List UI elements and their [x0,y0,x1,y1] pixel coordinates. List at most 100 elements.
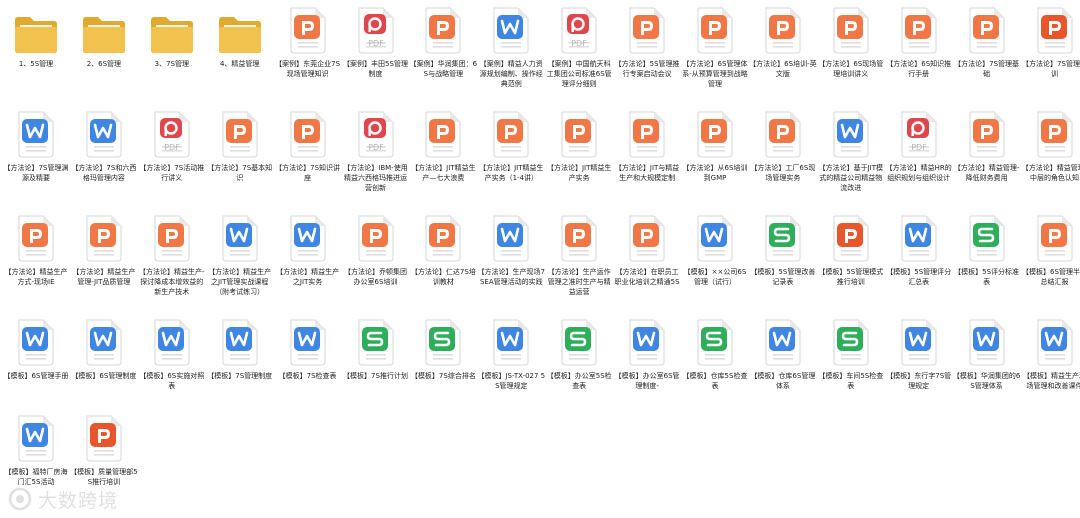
word-file-icon [287,316,329,368]
file-item[interactable]: PDF 【方法论】精益HR的组织规划与组织设计 [885,108,953,183]
file-item[interactable]: 【模板】东行字7S管理规定 [885,316,953,391]
ppt-file-icon [219,108,261,160]
file-item[interactable]: 【模板】5S评分标准表 [953,212,1021,287]
folder-item[interactable]: 4、精益管理 [206,4,274,69]
file-item[interactable]: 【模板】6S管理半年总结汇报 [1021,212,1080,287]
file-item[interactable]: 【案例】华润集团：6S与战略管理 [409,4,477,79]
ppt-file-icon [694,4,736,56]
file-item[interactable]: 【模板】质量管理部5S推行培训 [70,412,138,487]
file-item[interactable]: 【方法论】精益生产方式-现场IE [2,212,70,287]
file-item[interactable]: 【模板】华润集团的6S管理体系 [953,316,1021,391]
folder-icon [80,4,128,56]
file-item[interactable]: 【方法论】7S知识讲座 [274,108,342,183]
file-item[interactable]: 【方法论】精益生产管理-JIT品质管理 [70,212,138,287]
file-item[interactable]: PDF 【案例】中国航天科工集团公司标准6S管理评分细则 [545,4,613,89]
file-item[interactable]: 【案例】东莞企业7S现场管理知识 [274,4,342,79]
file-name-label: 【模板】7S推行计划 [343,372,408,380]
file-name-label: 【方法论】7S知识讲座 [275,164,341,182]
file-item[interactable]: 【模板】7S检查表 [274,316,342,381]
file-item[interactable]: 【方法论】6S培训-英文版 [749,4,817,79]
file-item[interactable]: 【模板】7S推行计划 [342,316,410,381]
file-item[interactable]: 【方法论】JIT与精益生产和大规模定制 [613,108,681,183]
file-item[interactable]: 【方法论】生产现场7SEA管理活动的实践 [477,212,545,287]
word-file-icon [83,316,125,368]
excel-file-icon [355,316,397,368]
word-file-icon [15,412,57,464]
ppt-file-icon [694,108,736,160]
file-item[interactable]: 【模板】办公室5S检查表 [545,316,613,391]
folder-item[interactable]: 3、7S管理 [138,4,206,69]
file-item[interactable]: 【模板】7S综合排名 [409,316,477,381]
file-item[interactable]: 【模板】6S实施对照表 [138,316,206,391]
ppt-file-icon [966,108,1008,160]
file-item[interactable]: 【方法论】7S和六西格玛管理内容 [70,108,138,183]
excel-file-icon [966,212,1008,264]
file-item[interactable]: 【方法论】7S管理培训 [1021,4,1080,79]
file-item[interactable]: 【模板】仓库6S管理体系 [749,316,817,391]
ppt-file-icon [422,212,464,264]
word-file-icon [490,212,532,264]
file-item[interactable]: 【模板】5S管理改善记录表 [749,212,817,287]
ppt-file-icon [1034,4,1076,56]
file-item[interactable]: 【模板】5S管理评分汇总表 [885,212,953,287]
file-item[interactable]: 【模板】福特厂房海门汇5S活动 [2,412,70,487]
file-item[interactable]: PDF 【方法论】7S活动推行讲义 [138,108,206,183]
folder-item[interactable]: 2、6S管理 [70,4,138,69]
file-item[interactable]: 【方法论】JIT精益生产—七大浪费 [409,108,477,183]
file-item[interactable]: 【模板】6S管理制度 [70,316,138,381]
file-item[interactable]: 【模板】7S管理制度 [206,316,274,381]
file-item[interactable]: 【案例】精益人力资源规划编制、操作经典范例 [477,4,545,89]
file-name-label: 【模板】福特厂房海门汇5S活动 [4,468,68,486]
file-item[interactable]: PDF 【方法论】IBM-使用精益六西格玛推进运营创新 [342,108,410,193]
file-item[interactable]: 【方法论】7S管理渊源及精要 [2,108,70,183]
file-name-label: 2、6S管理 [86,60,122,68]
file-item[interactable]: 【方法论】仁达7S培训教材 [409,212,477,287]
excel-file-icon [830,316,872,368]
file-item[interactable]: 【模板】车间5S检查表 [817,316,885,391]
file-item[interactable]: 【模板】JS-TX-027 5S管理规定 [477,316,545,391]
file-grid: 1、5S管理 2、6S管理 3、7S管理 4、精益管理 【案例】东莞企业7S现场管理知识… [0,0,1080,518]
file-item[interactable]: 【方法论】精益生产之JIT实务 [274,212,342,287]
file-item[interactable]: PDF 【案例】丰田5S管理制度 [342,4,410,79]
word-file-icon [966,316,1008,368]
ppt-file-icon [83,212,125,264]
file-item[interactable]: 【方法论】从6S培训到GMP [681,108,749,183]
file-name-label: 【方法论】JIT与精益生产和大规模定制 [614,164,680,182]
word-file-icon [15,316,57,368]
file-name-label: 1、5S管理 [18,60,54,68]
file-name-label: 【模板】华润集团的6S管理体系 [952,372,1021,390]
file-item[interactable]: 【方法论】6S现场管理培训讲义 [817,4,885,79]
file-name-label: 【方法论】精益生产之JIT管理实战课程（附考试练习） [208,268,272,296]
word-file-icon [626,316,668,368]
file-item[interactable]: 【方法论】精益管理-中层的角色认知 [1021,108,1080,183]
file-name-label: 【方法论】精益生产-探讨降成本增效益的新生产技术 [139,268,205,296]
file-item[interactable]: 【方法论】精益管理-降低财务费用 [953,108,1021,183]
file-name-label: 【模板】6S管理半年总结汇报 [1022,268,1080,286]
file-item[interactable]: 【方法论】6S知识推行手册 [885,4,953,79]
file-item[interactable]: 【模板】办公室6S管理制度- [613,316,681,391]
file-item[interactable]: 【方法论】JIT精益生产实务 [545,108,613,183]
file-item[interactable]: 【模板】仓库5S检查表 [681,316,749,391]
file-item[interactable]: 【方法论】基于JIT模式的精益公司精益物流改进 [817,108,885,193]
file-item[interactable]: 【方法论】乔顿集团办公室6S培训 [342,212,410,287]
file-name-label: 【模板】东行字7S管理规定 [886,372,952,390]
file-item[interactable]: 【模板】精益生产现场管理和改善课件 [1021,316,1080,391]
file-item[interactable]: 【方法论】工厂6S现场管理实务 [749,108,817,183]
file-item[interactable]: 【方法论】5S管理推行专案启动会议 [613,4,681,79]
file-name-label: 【方法论】6S知识推行手册 [886,60,952,78]
ppt-file-icon [15,212,57,264]
file-item[interactable]: 【模板】××公司6S管理（试行） [681,212,749,287]
file-item[interactable]: 【模板】6S管理手册 [2,316,70,381]
file-item[interactable]: 【方法论】生产运作管理之准时生产与精益运营 [545,212,613,297]
file-item[interactable]: 【方法论】在职员工职业化培训之精通5S [613,212,681,287]
file-item[interactable]: 【模板】5S管理模式推行培训 [817,212,885,287]
file-item[interactable]: 【方法论】7S基本知识 [206,108,274,183]
file-item[interactable]: 【方法论】精益生产-探讨降成本增效益的新生产技术 [138,212,206,297]
file-item[interactable]: 【方法论】6S管理体系-从预算管理到战略管理 [681,4,749,89]
file-name-label: 【方法论】7S管理渊源及精要 [3,164,69,182]
file-item[interactable]: 【方法论】精益生产之JIT管理实战课程（附考试练习） [206,212,274,297]
file-name-label: 【方法论】精益管理-降低财务费用 [953,164,1020,182]
file-item[interactable]: 【方法论】JIT精益生产实务（1-4讲） [477,108,545,183]
file-item[interactable]: 【方法论】7S管理基础 [953,4,1021,79]
folder-item[interactable]: 1、5S管理 [2,4,70,69]
